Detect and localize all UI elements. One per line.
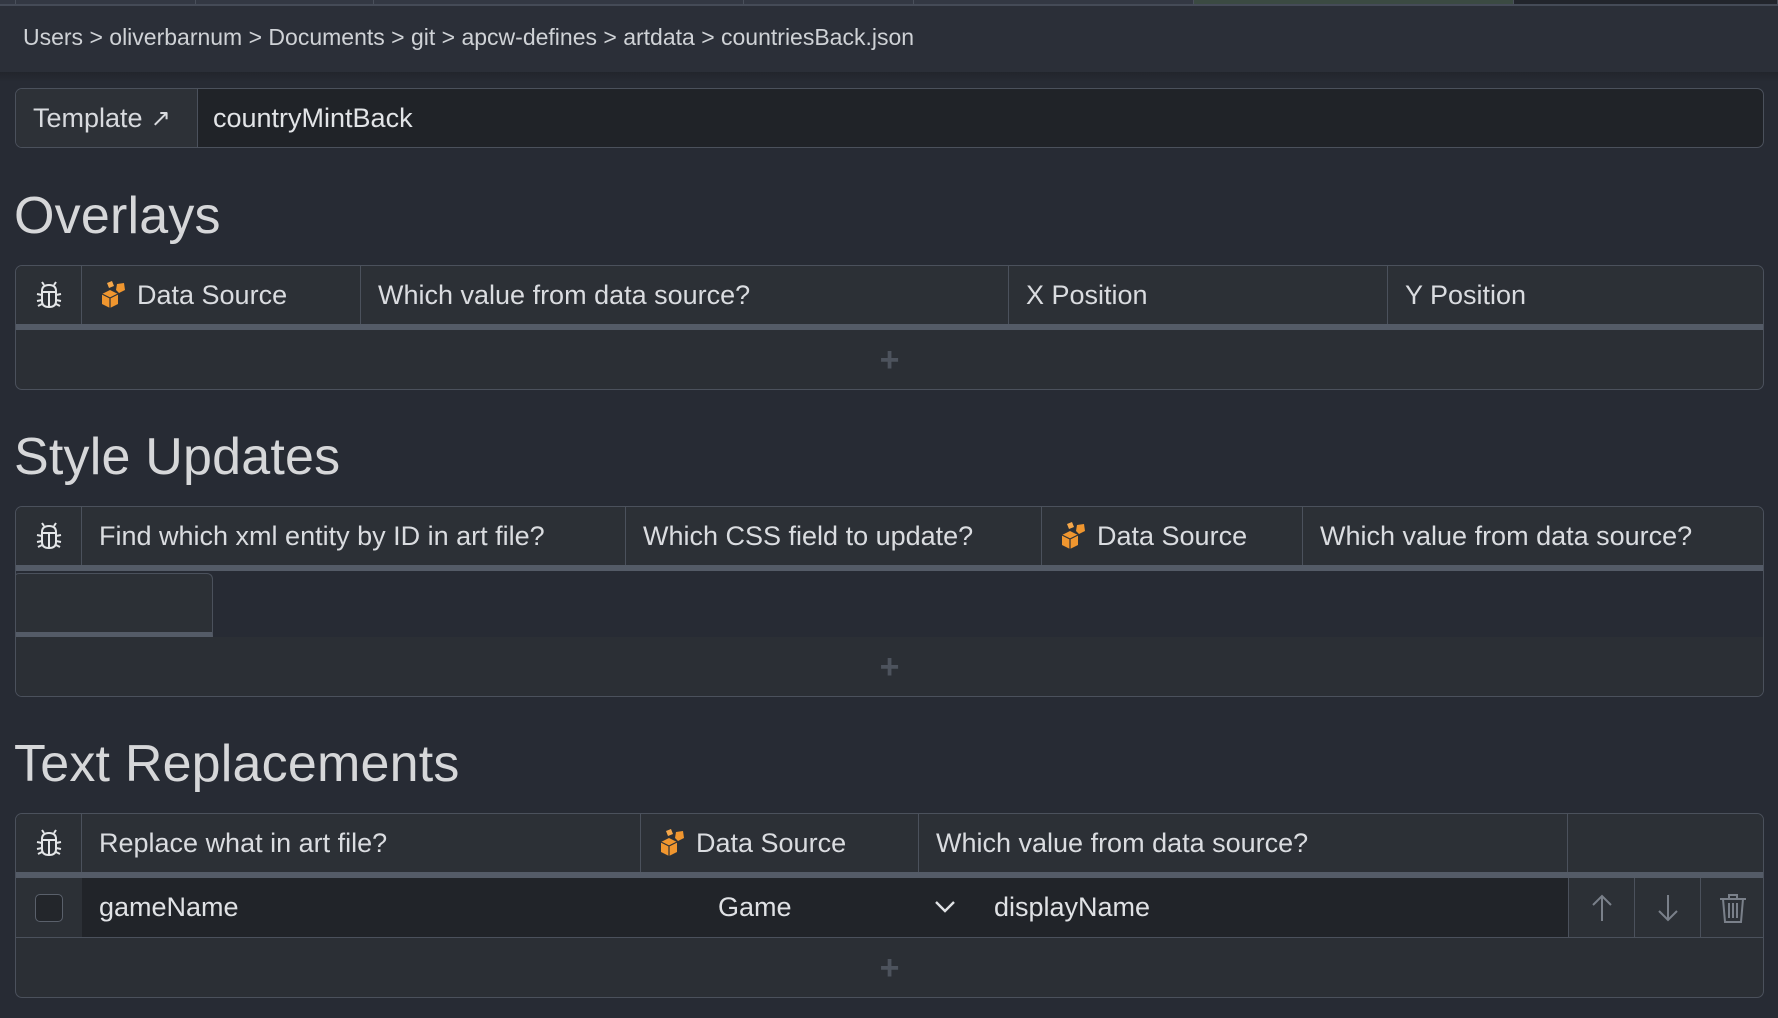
text-replacements-col-which-value: Which value from data source? bbox=[919, 814, 1568, 872]
text-replacements-heading: Text Replacements bbox=[14, 735, 460, 793]
column-label: Data Source bbox=[137, 279, 288, 310]
row-checkbox[interactable] bbox=[35, 893, 63, 922]
overlays-header: Data Source Which value from data source… bbox=[16, 266, 1763, 330]
overlays-col-which-value: Which value from data source? bbox=[361, 266, 1009, 324]
plus-icon: + bbox=[879, 648, 900, 686]
style-updates-add-button[interactable]: + bbox=[16, 637, 1763, 696]
text-replacements-add-button[interactable]: + bbox=[16, 938, 1763, 997]
overlays-debug-column[interactable] bbox=[16, 266, 82, 324]
data-source-select[interactable]: Game bbox=[572, 878, 968, 937]
overlays-col-data-source: Data Source bbox=[82, 266, 361, 324]
trash-icon bbox=[1720, 893, 1746, 923]
text-replacements-col-data-source: Data Source bbox=[641, 814, 919, 872]
text-replacements-debug-column[interactable] bbox=[16, 814, 82, 872]
bug-icon bbox=[36, 829, 61, 857]
data-source-icon bbox=[660, 829, 684, 856]
overlays-col-x-position: X Position bbox=[1009, 266, 1388, 324]
overlays-add-button[interactable]: + bbox=[16, 330, 1763, 389]
data-source-icon bbox=[101, 281, 125, 308]
template-link[interactable]: Template ↗ bbox=[16, 89, 198, 147]
delete-button[interactable] bbox=[1700, 878, 1763, 937]
text-replacements-header: Replace what in art file? Data Source Wh… bbox=[16, 814, 1763, 878]
replace-input[interactable]: gameName bbox=[82, 878, 572, 937]
text-replacements-col-replace: Replace what in art file? bbox=[82, 814, 641, 872]
overlays-table: Data Source Which value from data source… bbox=[15, 265, 1764, 390]
column-label: Data Source bbox=[696, 827, 847, 858]
breadcrumb[interactable]: Users > oliverbarnum > Documents > git >… bbox=[23, 24, 914, 51]
arrow-up-icon bbox=[1591, 894, 1612, 921]
style-updates-header: Find which xml entity by ID in art file?… bbox=[16, 507, 1763, 571]
value-input[interactable]: displayName bbox=[968, 878, 1568, 937]
move-down-button[interactable] bbox=[1634, 878, 1700, 937]
chevron-down-icon bbox=[935, 901, 955, 913]
style-updates-empty-cell bbox=[16, 573, 213, 637]
bug-icon bbox=[36, 281, 61, 309]
style-updates-debug-column[interactable] bbox=[16, 507, 82, 565]
plus-icon: + bbox=[879, 341, 900, 379]
style-updates-table: Find which xml entity by ID in art file?… bbox=[15, 506, 1764, 697]
bug-icon bbox=[36, 522, 61, 550]
style-updates-col-css-field: Which CSS field to update? bbox=[626, 507, 1042, 565]
overlays-heading: Overlays bbox=[14, 187, 221, 245]
style-updates-col-data-source: Data Source bbox=[1042, 507, 1303, 565]
data-source-value: Game bbox=[718, 892, 792, 922]
breadcrumb-shadow bbox=[0, 72, 1778, 82]
arrow-down-icon bbox=[1657, 894, 1678, 921]
style-updates-col-find-entity: Find which xml entity by ID in art file? bbox=[82, 507, 626, 565]
text-replacements-table: Replace what in art file? Data Source Wh… bbox=[15, 813, 1764, 998]
table-row: gameName Game displayName bbox=[16, 878, 1763, 938]
style-updates-col-which-value: Which value from data source? bbox=[1320, 520, 1693, 551]
template-label: Template bbox=[33, 102, 143, 133]
style-updates-heading: Style Updates bbox=[14, 428, 341, 486]
row-select-cell bbox=[16, 878, 82, 937]
overlays-col-y-position: Y Position bbox=[1405, 279, 1527, 310]
text-replacements-col-actions bbox=[1568, 814, 1763, 872]
move-up-button[interactable] bbox=[1568, 878, 1634, 937]
template-input[interactable]: countryMintBack bbox=[213, 89, 413, 147]
column-label: Data Source bbox=[1097, 520, 1248, 551]
plus-icon: + bbox=[879, 949, 900, 987]
arrow-up-right-icon: ↗ bbox=[150, 104, 171, 132]
header-divider bbox=[16, 565, 1763, 571]
data-source-icon bbox=[1061, 522, 1085, 549]
template-field: Template ↗ countryMintBack bbox=[15, 88, 1764, 148]
